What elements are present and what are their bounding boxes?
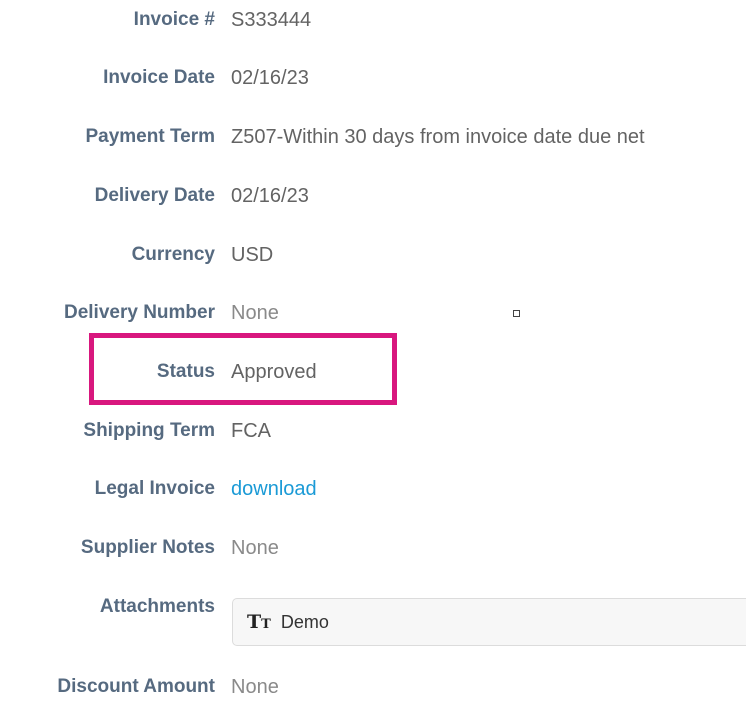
discount-amount-label: Discount Amount [57,676,215,697]
discount-amount-value: None [231,675,279,698]
payment-term-value: Z507-Within 30 days from invoice date du… [231,125,645,148]
invoice-date-label: Invoice Date [103,67,215,88]
invoice-date-row: Invoice Date 02/16/23 [0,61,746,95]
payment-term-label: Payment Term [85,126,215,147]
payment-term-row: Payment Term Z507-Within 30 days from in… [0,120,746,154]
legal-invoice-row: Legal Invoice download [0,472,746,506]
legal-invoice-label: Legal Invoice [94,478,215,499]
currency-row: Currency USD [0,238,746,272]
currency-value: USD [231,243,274,266]
cursor-marker [513,310,520,317]
supplier-notes-value: None [231,536,279,559]
attachments-label: Attachments [99,596,215,617]
shipping-term-value: FCA [231,419,271,442]
delivery-date-row: Delivery Date 02/16/23 [0,179,746,213]
delivery-date-label: Delivery Date [94,185,215,206]
currency-label: Currency [131,244,215,265]
invoice-number-label: Invoice # [133,9,215,30]
status-highlight-box [89,333,397,405]
delivery-number-row: Delivery Number None [0,296,746,330]
invoice-number-row: Invoice # S333444 [0,3,746,37]
supplier-notes-label: Supplier Notes [80,537,215,558]
legal-invoice-download-link[interactable]: download [231,478,317,501]
invoice-number-value: S333444 [231,8,312,31]
attachment-item[interactable]: TT Demo [232,598,746,646]
shipping-term-row: Shipping Term FCA [0,414,746,448]
shipping-term-label: Shipping Term [83,420,215,441]
delivery-number-value: None [231,301,279,324]
delivery-date-value: 02/16/23 [231,184,309,207]
supplier-notes-row: Supplier Notes None [0,531,746,565]
attachment-file-name: Demo [280,611,329,632]
invoice-date-value: 02/16/23 [231,66,309,89]
text-type-icon: TT [247,611,271,633]
discount-amount-row: Discount Amount None [0,670,746,704]
delivery-number-label: Delivery Number [63,302,215,323]
